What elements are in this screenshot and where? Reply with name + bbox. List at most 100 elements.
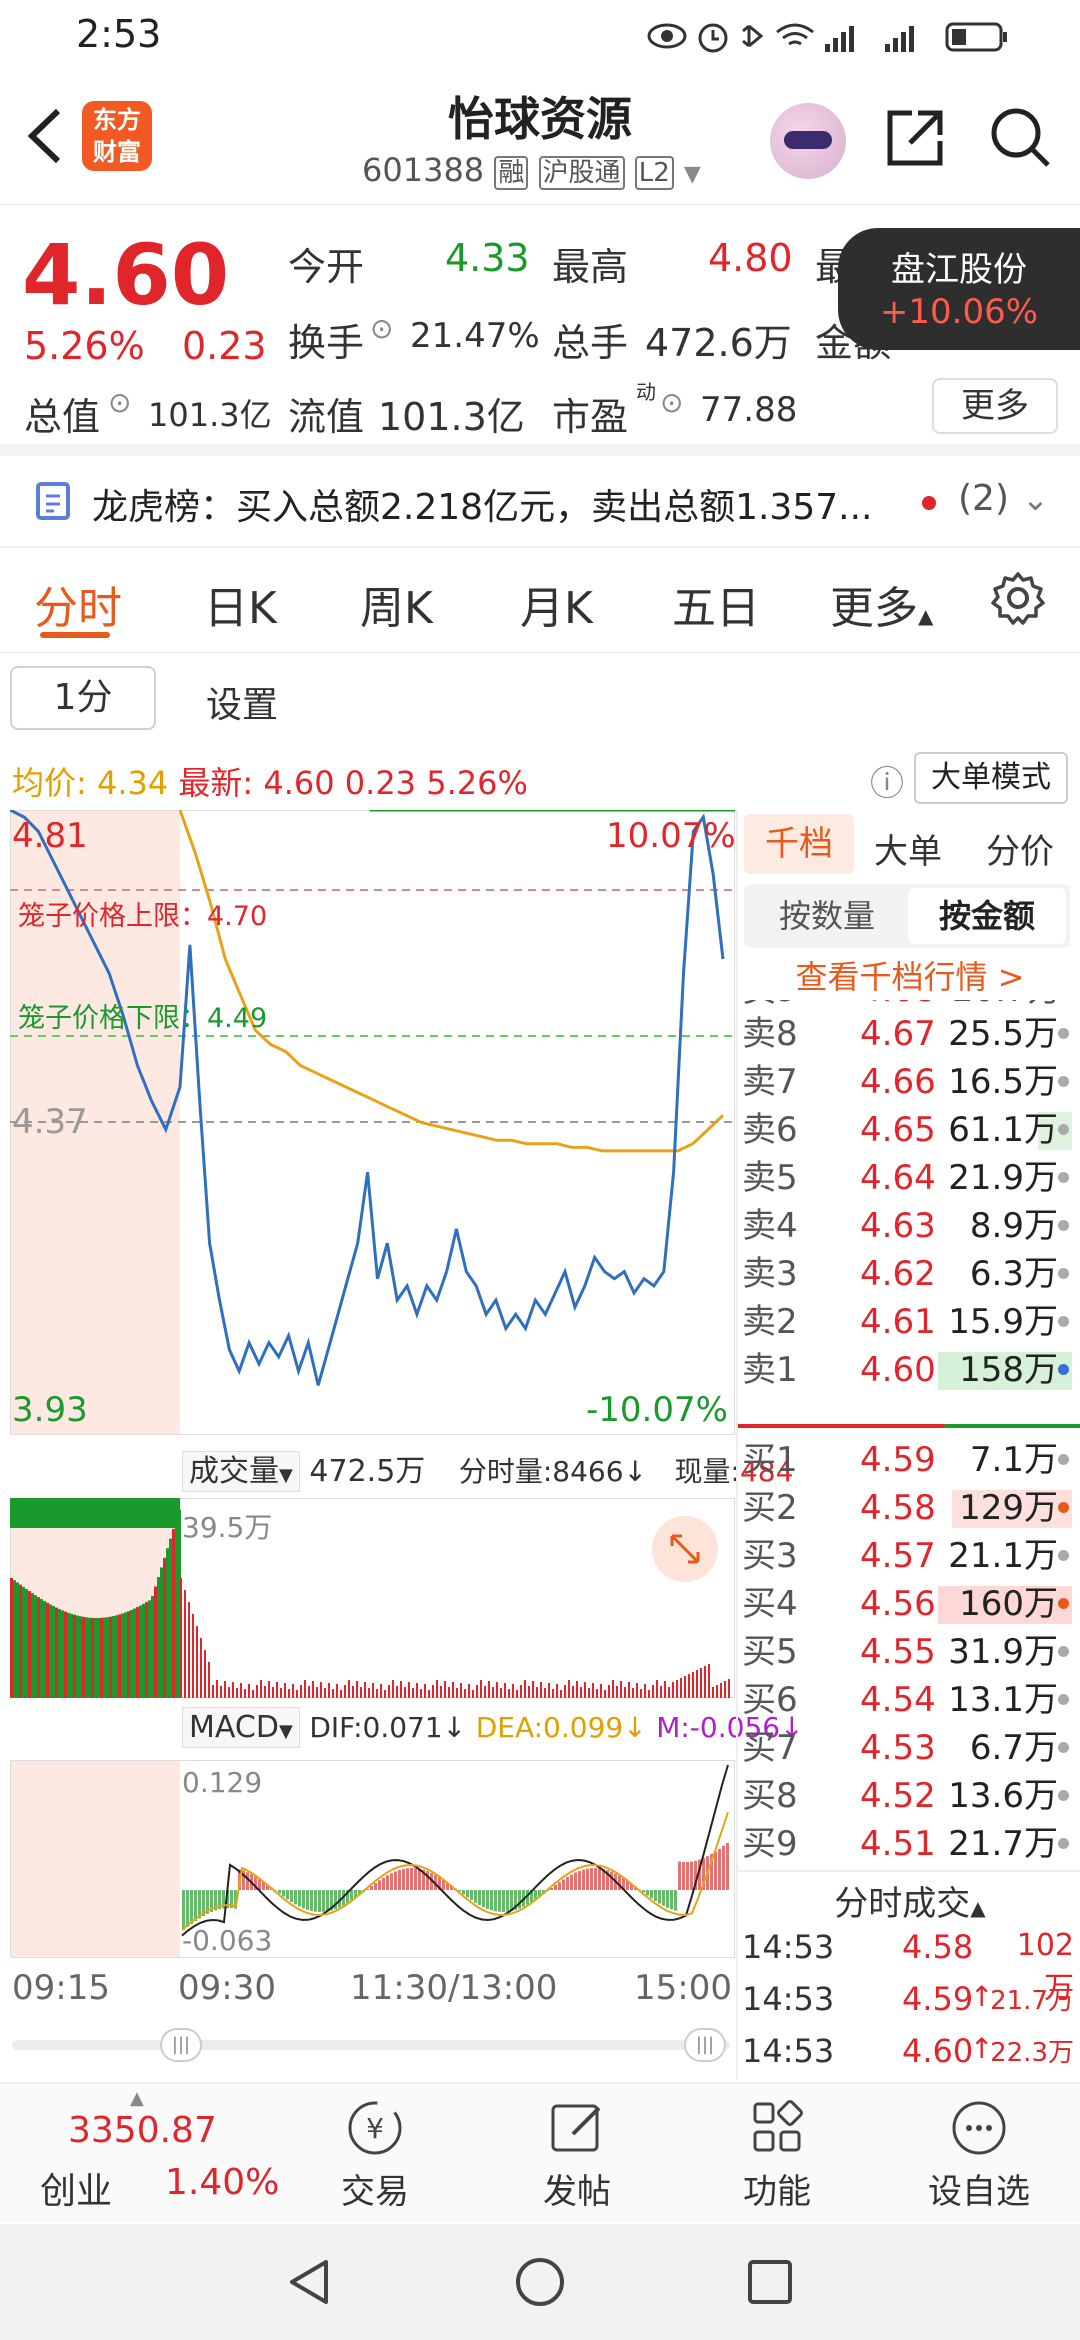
sell-level-price: 4.61 — [860, 1302, 936, 1342]
buy-level-row[interactable]: 买4 4.56 160万 — [738, 1580, 1080, 1628]
volume-bar — [608, 1685, 610, 1698]
buy-level-price: 4.58 — [860, 1488, 936, 1528]
alarm-icon — [698, 23, 728, 53]
buy-level-row[interactable]: 买3 4.57 21.1万 — [738, 1532, 1080, 1580]
scrollbar-right-handle[interactable]: ||| — [684, 2028, 726, 2062]
by-quantity-button[interactable]: 按数量 — [748, 888, 906, 944]
view-thousand-levels-link[interactable]: 查看千档行情 > — [738, 952, 1080, 998]
stock-code-row[interactable]: 601388 融 沪股通 L2 ▼ — [362, 151, 701, 191]
buy-level-row[interactable]: 买7 4.53 6.7万 — [738, 1724, 1080, 1772]
macd-bar — [282, 1890, 285, 1897]
volume-bar — [244, 1689, 246, 1698]
info-icon[interactable]: ⊙ — [660, 386, 683, 419]
macd-bar — [310, 1890, 313, 1911]
trade-time: 14:53 — [742, 1928, 835, 1966]
buy-level-label: 买1 — [742, 1440, 798, 1480]
share-icon[interactable] — [882, 105, 948, 171]
sell-level-row[interactable]: 卖1 4.60 158万 — [738, 1346, 1080, 1394]
big-order-mode-button[interactable]: 大单模式 — [914, 752, 1068, 804]
scrollbar-left-handle[interactable]: ||| — [160, 2028, 202, 2062]
robot-avatar-icon[interactable] — [770, 103, 846, 179]
expand-icon[interactable] — [652, 1516, 718, 1582]
sell-level-row[interactable]: 卖6 4.65 61.1万 — [738, 1106, 1080, 1154]
sell-level-row[interactable]: 卖8 4.67 25.5万 — [738, 1010, 1080, 1058]
trade-button[interactable]: ¥ 交易 — [310, 2096, 440, 2213]
related-stock-popup[interactable]: 盘江股份 +10.06% — [838, 228, 1080, 350]
tab-daily-k[interactable]: 日K — [204, 572, 277, 636]
sell-level-row[interactable]: 卖4 4.63 8.9万 — [738, 1202, 1080, 1250]
add-watchlist-button[interactable]: 设自选 — [914, 2096, 1044, 2213]
macd-indicator-select[interactable]: MACD▼ — [182, 1707, 300, 1748]
chart-settings-link[interactable]: 设置 — [206, 676, 278, 728]
buy-level-amount: 160万 — [959, 1584, 1058, 1624]
more-button[interactable]: 更多 — [932, 378, 1058, 434]
volume-bar — [228, 1687, 230, 1698]
volume-bar — [184, 1590, 186, 1698]
volume-bar — [588, 1688, 590, 1698]
volume-indicator-select[interactable]: 成交量▼ — [182, 1451, 300, 1492]
down-arrow-icon: ↓ — [623, 1455, 647, 1488]
volume-bar — [88, 1617, 91, 1698]
tab-five-day[interactable]: 五日 — [672, 572, 760, 636]
post-button[interactable]: 发帖 — [512, 2096, 642, 2213]
macd-dea: DEA:0.099 — [475, 1711, 624, 1744]
sell-level-row[interactable]: 卖3 4.62 6.3万 — [738, 1250, 1080, 1298]
sell-level-row[interactable]: 卖2 4.61 15.9万 — [738, 1298, 1080, 1346]
volume-bar — [200, 1638, 202, 1698]
macd-bar — [294, 1890, 297, 1905]
intraday-chart[interactable]: 4.81 4.37 3.93 10.07% -10.07% 笼子价格上限：4.7… — [10, 810, 736, 1435]
volume-bar — [612, 1680, 614, 1698]
level-dot — [1058, 1790, 1069, 1801]
tab-big-order[interactable]: 大单 — [874, 824, 942, 873]
volume-bar — [508, 1689, 510, 1698]
macd-bar — [518, 1890, 521, 1909]
tab-monthly-k[interactable]: 月K — [520, 572, 593, 636]
lhb-row[interactable]: 龙虎榜：买入总额2.218亿元，卖出总额1.357... (2) ⌄ — [0, 456, 1080, 546]
function-button[interactable]: 功能 — [712, 2096, 842, 2213]
tab-intraday[interactable]: 分时 — [34, 572, 122, 636]
macd-bar — [486, 1890, 489, 1909]
time-scrollbar[interactable] — [12, 2040, 730, 2050]
info-icon[interactable]: ⊙ — [370, 312, 393, 345]
level-dot — [1058, 1454, 1069, 1465]
by-amount-button[interactable]: 按金额 — [908, 888, 1066, 944]
volume-bar — [224, 1681, 226, 1698]
index-ticker[interactable]: ▲ 3350.87 创业 1.40% — [20, 2088, 279, 2218]
search-icon[interactable] — [988, 105, 1054, 171]
sell-level-row[interactable]: 卖7 4.66 16.5万 — [738, 1058, 1080, 1106]
buy-level-label: 买5 — [742, 1632, 798, 1672]
tab-more[interactable]: 更多▲ — [830, 572, 933, 636]
buy-level-row[interactable]: 买1 4.59 7.1万 — [738, 1436, 1080, 1484]
lhb-text: 买入总额2.218亿元，卖出总额1.357... — [236, 487, 873, 528]
buy-level-row[interactable]: 买9 4.51 21.7万 — [738, 1820, 1080, 1868]
gear-icon[interactable] — [990, 570, 1046, 626]
tab-weekly-k[interactable]: 周K — [360, 572, 433, 636]
macd-chart[interactable]: 0.129 -0.063 — [10, 1760, 735, 1958]
total-value: 101.3亿 — [148, 396, 272, 434]
buy-level-row[interactable]: 买8 4.52 13.6万 — [738, 1772, 1080, 1820]
nav-back-icon[interactable] — [282, 2254, 338, 2310]
buy-level-row[interactable]: 买2 4.58 129万 — [738, 1484, 1080, 1532]
help-icon[interactable]: ⓘ — [870, 756, 904, 805]
tab-thousand-levels[interactable]: 千档 — [744, 814, 854, 874]
back-arrow-icon[interactable] — [22, 105, 66, 167]
volume-chart[interactable]: 39.5万 — [10, 1498, 735, 1698]
volume-bar — [456, 1688, 458, 1698]
volume-bar — [154, 1586, 157, 1698]
volume-bar — [160, 1567, 163, 1698]
volume-bar — [288, 1689, 290, 1698]
tab-price-dist[interactable]: 分价 — [986, 824, 1054, 873]
buy-level-row[interactable]: 买6 4.54 13.1万 — [738, 1676, 1080, 1724]
volume-bar — [284, 1683, 286, 1698]
trades-header[interactable]: 分时成交▲ — [738, 1876, 1080, 1925]
nav-recents-icon[interactable] — [742, 2254, 798, 2310]
volume-bar — [716, 1685, 718, 1698]
info-icon[interactable]: ⊙ — [108, 386, 131, 419]
app-logo[interactable]: 东方 财富 — [82, 101, 152, 171]
nav-home-icon[interactable] — [512, 2254, 568, 2310]
sell-level-row[interactable]: 卖5 4.64 21.9万 — [738, 1154, 1080, 1202]
interval-select[interactable]: 1分 — [10, 666, 156, 730]
volume-bar — [220, 1686, 222, 1698]
macd-bar — [318, 1890, 321, 1912]
buy-level-row[interactable]: 买5 4.55 31.9万 — [738, 1628, 1080, 1676]
